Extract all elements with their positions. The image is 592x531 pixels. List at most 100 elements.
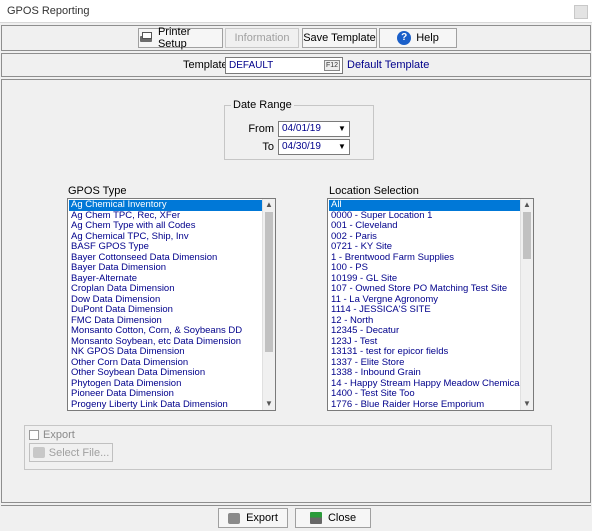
save-template-button[interactable]: Save Template xyxy=(302,28,377,48)
to-label: To xyxy=(262,141,274,153)
help-label: Help xyxy=(416,32,439,44)
list-item[interactable]: 0721 - KY Site xyxy=(329,242,520,253)
checkbox-box[interactable] xyxy=(29,430,39,440)
scroll-up-icon[interactable]: ▲ xyxy=(263,199,275,211)
list-item[interactable]: 1 - Brentwood Farm Supplies xyxy=(329,253,520,264)
save-template-label: Save Template xyxy=(303,32,376,44)
from-date-picker[interactable]: 04/01/19 ▼ xyxy=(278,121,350,137)
close-icon xyxy=(309,512,322,524)
chevron-down-icon[interactable]: ▼ xyxy=(335,140,349,154)
list-item[interactable]: 1114 - JESSICA'S SITE xyxy=(329,305,520,316)
select-file-button[interactable]: Select File... xyxy=(29,443,113,462)
list-item[interactable]: 123J - Test xyxy=(329,337,520,348)
location-scrollbar[interactable]: ▲ ▼ xyxy=(520,199,533,410)
date-range-group: Date Range From 04/01/19 ▼ To 04/30/19 ▼ xyxy=(224,99,375,160)
window-close-button[interactable] xyxy=(574,5,588,19)
list-item[interactable]: Monsanto Cotton, Corn, & Soybeans DD xyxy=(69,326,262,337)
printer-setup-button[interactable]: Printer Setup xyxy=(138,26,223,50)
template-value: DEFAULT xyxy=(229,60,274,71)
list-item[interactable]: Other Corn Data Dimension xyxy=(69,358,262,369)
list-item[interactable]: Progeny Liberty Link Data Dimension xyxy=(69,400,262,411)
list-item[interactable]: Bayer-Alternate xyxy=(69,274,262,285)
template-description: Default Template xyxy=(347,59,430,71)
list-item[interactable]: 1776 - Blue Raider Horse Emporium xyxy=(329,400,520,411)
list-item[interactable]: Phytogen Data Dimension xyxy=(69,379,262,390)
list-item[interactable]: FMC Data Dimension xyxy=(69,316,262,327)
list-item[interactable]: 1337 - Elite Store xyxy=(329,358,520,369)
list-item[interactable]: All xyxy=(329,200,520,211)
list-item[interactable]: 1338 - Inbound Grain xyxy=(329,368,520,379)
list-item[interactable]: 107 - Owned Store PO Matching Test Site xyxy=(329,284,520,295)
list-item[interactable]: Ag Chemical TPC, Ship, Inv xyxy=(69,232,262,243)
list-item[interactable]: Bayer Data Dimension xyxy=(69,263,262,274)
export-group: Export Select File... xyxy=(24,425,552,470)
list-item[interactable]: 12 - North xyxy=(329,316,520,327)
help-icon: ? xyxy=(397,31,412,45)
list-item[interactable]: 11 - La Vergne Agronomy xyxy=(329,295,520,306)
window-title: GPOS Reporting xyxy=(7,5,90,17)
gpos-type-label: GPOS Type xyxy=(68,185,127,197)
list-item[interactable]: DuPont Data Dimension xyxy=(69,305,262,316)
list-item[interactable]: 100 - PS xyxy=(329,263,520,274)
to-row: To 04/30/19 ▼ xyxy=(225,139,375,155)
to-date-picker[interactable]: 04/30/19 ▼ xyxy=(278,139,350,155)
list-item[interactable]: Dow Data Dimension xyxy=(69,295,262,306)
list-item[interactable]: Croplan Data Dimension xyxy=(69,284,262,295)
list-item[interactable]: 12345 - Decatur xyxy=(329,326,520,337)
gpos-type-items: Ag Chemical Inventory Ag Chem TPC, Rec, X… xyxy=(69,200,262,410)
scroll-down-icon[interactable]: ▼ xyxy=(263,398,275,410)
close-button[interactable]: Close xyxy=(295,508,371,528)
toolbar: Printer Setup Information Save Template … xyxy=(1,25,591,51)
printer-setup-label: Printer Setup xyxy=(157,26,191,50)
from-row: From 04/01/19 ▼ xyxy=(225,121,375,137)
template-label: Template xyxy=(183,59,228,71)
list-item[interactable]: 1400 - Test Site Too xyxy=(329,389,520,400)
gpos-type-list[interactable]: Ag Chemical Inventory Ag Chem TPC, Rec, X… xyxy=(67,198,276,411)
f12-lookup-icon[interactable]: F12 xyxy=(323,60,340,71)
list-item[interactable]: 001 - Cleveland xyxy=(329,221,520,232)
template-bar: Template DEFAULT F12 Default Template xyxy=(1,53,591,77)
list-item[interactable]: Ag Chemical Inventory xyxy=(69,200,262,211)
location-selection-label: Location Selection xyxy=(329,185,419,197)
list-item[interactable]: Pioneer Data Dimension xyxy=(69,389,262,400)
list-item[interactable]: BASF GPOS Type xyxy=(69,242,262,253)
gpos-type-scrollbar[interactable]: ▲ ▼ xyxy=(262,199,275,410)
location-items: All 0000 - Super Location 1 001 - Clevelan… xyxy=(329,200,520,410)
scroll-up-icon[interactable]: ▲ xyxy=(521,199,533,211)
template-input[interactable]: DEFAULT F12 xyxy=(225,57,343,74)
list-item[interactable]: 0000 - Super Location 1 xyxy=(329,211,520,222)
from-label: From xyxy=(248,123,274,135)
list-item[interactable]: Ag Chem Type with all Codes xyxy=(69,221,262,232)
select-file-label: Select File... xyxy=(48,446,110,459)
from-date-value: 04/01/19 xyxy=(282,123,321,134)
file-icon xyxy=(32,447,45,458)
to-date-value: 04/30/19 xyxy=(282,141,321,152)
list-item[interactable]: Other Soybean Data Dimension xyxy=(69,368,262,379)
printer-icon xyxy=(139,32,153,44)
list-item[interactable]: Monsanto Soybean, etc Data Dimension xyxy=(69,337,262,348)
list-item[interactable]: 10199 - GL Site xyxy=(329,274,520,285)
scroll-down-icon[interactable]: ▼ xyxy=(521,398,533,410)
list-item[interactable]: Ag Chem TPC, Rec, XFer xyxy=(69,211,262,222)
export-button[interactable]: Export xyxy=(218,508,288,528)
date-range-legend: Date Range xyxy=(231,99,294,111)
bottom-bar: Export Close xyxy=(1,505,591,529)
list-item[interactable]: NK GPOS Data Dimension xyxy=(69,347,262,358)
scroll-thumb[interactable] xyxy=(523,212,531,259)
list-item[interactable]: Bayer Cottonseed Data Dimension xyxy=(69,253,262,264)
main-panel: Date Range From 04/01/19 ▼ To 04/30/19 ▼… xyxy=(1,79,591,503)
list-item[interactable]: 13131 - test for epicor fields xyxy=(329,347,520,358)
export-checkbox[interactable]: Export xyxy=(29,429,75,441)
export-icon xyxy=(228,512,241,524)
list-item[interactable]: 14 - Happy Stream Happy Meadow Chemical … xyxy=(329,379,520,390)
title-bar: GPOS Reporting xyxy=(0,0,592,23)
information-label: Information xyxy=(234,32,290,44)
information-button[interactable]: Information xyxy=(225,28,299,48)
export-checkbox-label: Export xyxy=(43,429,75,441)
scroll-thumb[interactable] xyxy=(265,212,273,352)
export-button-label: Export xyxy=(246,512,278,524)
chevron-down-icon[interactable]: ▼ xyxy=(335,122,349,136)
location-selection-list[interactable]: All 0000 - Super Location 1 001 - Clevelan… xyxy=(327,198,534,411)
help-button[interactable]: ? Help xyxy=(379,28,457,48)
list-item[interactable]: 002 - Paris xyxy=(329,232,520,243)
